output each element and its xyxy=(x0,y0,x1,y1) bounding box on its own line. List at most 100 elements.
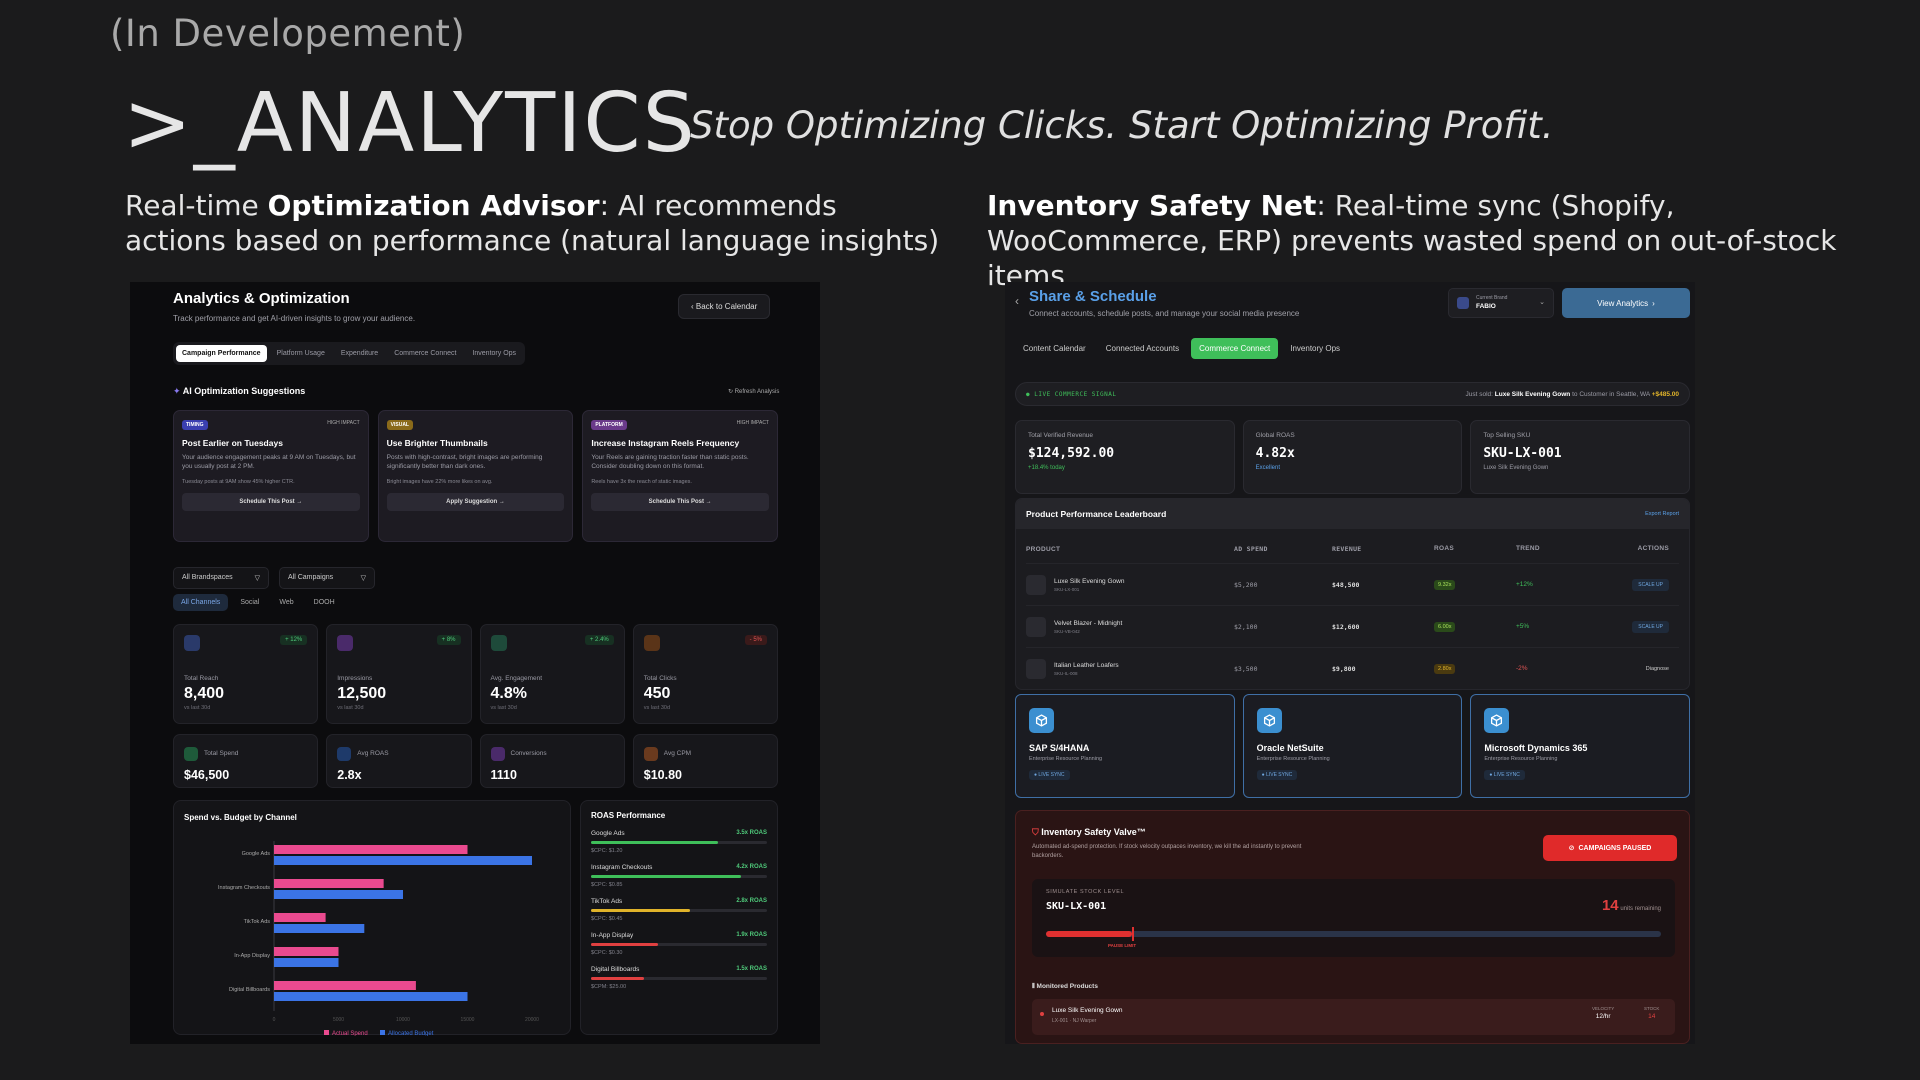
x-tick-label: 10000 xyxy=(396,1017,410,1023)
cube-icon xyxy=(1256,708,1282,733)
page-title: Share & Schedule xyxy=(1029,288,1157,305)
filter-icon: ▽ xyxy=(254,575,260,582)
tab-inventory-ops[interactable]: Inventory Ops xyxy=(1282,338,1348,359)
tab-campaign-performance[interactable]: Campaign Performance xyxy=(176,345,267,362)
roas-card: ROAS Performance Google Ads 3.5x ROAS $CPC… xyxy=(580,800,778,1035)
table-body: Luxe Silk Evening Gown SKU-LX-001 $5,200 $4… xyxy=(1016,563,1689,689)
erp-card[interactable]: SAP S/4HANA Enterprise Resource Planning ●… xyxy=(1015,694,1235,798)
product-name-block: Velvet Blazer - Midnight SKU-VB-042 xyxy=(1054,620,1122,634)
bar-allocated xyxy=(274,856,532,865)
kpi-icon xyxy=(643,635,660,651)
stock-slider-track[interactable] xyxy=(1046,927,1661,941)
channel-chip[interactable]: DOOH xyxy=(306,594,343,611)
legend-swatch-actual xyxy=(324,1030,329,1035)
page-subtitle: Connect accounts, schedule posts, and ma… xyxy=(1029,309,1300,318)
tab-expenditure[interactable]: Expenditure xyxy=(335,345,384,362)
suggestion-action-button[interactable]: Apply Suggestion → xyxy=(386,493,565,511)
monitored-sku: LX-001 xyxy=(1052,1018,1069,1024)
column-header: TREND xyxy=(1516,545,1540,552)
export-report-link[interactable]: Export Report xyxy=(1645,511,1679,517)
row-action-button[interactable]: SCALE UP xyxy=(1632,621,1669,633)
roas-channel: Google Ads xyxy=(591,830,625,837)
units-label: units remaining xyxy=(1620,906,1661,912)
product-cell: Luxe Silk Evening Gown SKU-LX-001 xyxy=(1026,574,1234,595)
view-analytics-button[interactable]: View Analytics › xyxy=(1562,288,1690,318)
kpi-card-small: Conversions 1110 xyxy=(479,734,625,788)
chevron-left-icon[interactable]: ‹ xyxy=(1015,294,1019,308)
category-label: In-App Display xyxy=(234,953,270,959)
monitored-meta: LX-001 · NJ Warper xyxy=(1052,1018,1097,1024)
row-action-button[interactable]: Diagnose xyxy=(1646,666,1669,672)
table-row[interactable]: Velvet Blazer - Midnight SKU-VB-042 $2,100… xyxy=(1026,605,1679,647)
kpi-value: 1110 xyxy=(490,768,517,782)
bar-actual xyxy=(274,913,326,922)
leaderboard-card: Product Performance Leaderboard Export R… xyxy=(1015,498,1690,690)
erp-card[interactable]: Microsoft Dynamics 365 Enterprise Resourc… xyxy=(1470,694,1690,798)
product-cell: Italian Leather Loafers SKU-IL-008 xyxy=(1026,658,1234,679)
filter-dropdown[interactable]: All Brandspaces ▽ xyxy=(173,567,269,589)
erp-card[interactable]: Oracle NetSuite Enterprise Resource Plann… xyxy=(1242,694,1463,798)
kpi-card: + 2.4% Avg. Engagement 4.8% vs last 30d xyxy=(479,624,625,724)
roas-badge: 2.80x xyxy=(1434,664,1456,674)
campaigns-paused-button[interactable]: ⊘ CAMPAIGNS PAUSED xyxy=(1543,835,1677,861)
bar-actual xyxy=(274,845,468,854)
slide-title: >_ANALYTICS xyxy=(123,76,697,171)
live-signal-bar: ● LIVE COMMERCE SIGNAL Just sold: Luxe S… xyxy=(1015,382,1690,406)
back-to-calendar-button[interactable]: ‹ Back to Calendar xyxy=(678,294,771,319)
legend-swatch-allocated xyxy=(380,1030,385,1035)
erp-name: Microsoft Dynamics 365 xyxy=(1484,743,1588,753)
kpi-card: + 12% Total Reach 8,400 vs last 30d xyxy=(173,624,319,724)
tab-commerce-connect[interactable]: Commerce Connect xyxy=(1191,338,1279,359)
kpi-value: 12,500 xyxy=(337,685,387,702)
roas-cpc: $CPM: $25.00 xyxy=(591,984,627,990)
suggestion-card: VISUAL Use Brighter Thumbnails Posts with … xyxy=(377,410,574,542)
tab-platform-usage[interactable]: Platform Usage xyxy=(271,345,331,362)
roas-bar-fill xyxy=(591,875,741,878)
channel-chip[interactable]: Web xyxy=(271,594,301,611)
kpi-icon xyxy=(643,746,658,761)
suggestion-top: PLATFORM HIGH IMPACT xyxy=(591,420,769,430)
filter-icon: ▽ xyxy=(360,575,366,582)
filter-dropdown[interactable]: All Campaigns ▽ xyxy=(279,567,375,589)
tab-commerce-connect[interactable]: Commerce Connect xyxy=(388,345,462,362)
button-label: View Analytics xyxy=(1597,298,1649,308)
stock-simulator: SIMULATE STOCK LEVEL SKU-LX-001 14 units… xyxy=(1032,879,1675,957)
product-thumbnail xyxy=(1026,658,1046,679)
product-sku: SKU-VB-042 xyxy=(1054,628,1080,634)
kpi-label: Total Clicks xyxy=(643,675,677,682)
product-thumbnail xyxy=(1026,574,1046,595)
tagline: Stop Optimizing Clicks. Start Optimizing… xyxy=(690,104,1554,147)
monitored-product-row[interactable]: Luxe Silk Evening Gown LX-001 · NJ Warpe… xyxy=(1032,999,1675,1035)
stat-label: Global ROAS xyxy=(1255,432,1295,439)
kpi-label: Avg CPM xyxy=(663,750,692,758)
brand-selector[interactable]: Current Brand FABIO ⌄ xyxy=(1448,288,1554,318)
tab-connected-accounts[interactable]: Connected Accounts xyxy=(1098,338,1187,359)
suggestion-action-button[interactable]: Schedule This Post → xyxy=(591,493,769,511)
suggestion-action-button[interactable]: Schedule This Post → xyxy=(182,493,360,511)
row-action-button[interactable]: SCALE UP xyxy=(1632,579,1669,591)
tab-inventory-ops[interactable]: Inventory Ops xyxy=(466,345,522,362)
suggestion-note: Tuesday posts at 9AM show 45% higher CTR… xyxy=(182,479,295,485)
roas-cpc: $CPC: $0.30 xyxy=(591,950,623,956)
table-row[interactable]: Luxe Silk Evening Gown SKU-LX-001 $5,200 $4… xyxy=(1026,563,1679,605)
roas-bar-fill xyxy=(591,841,718,844)
tab-content-calendar[interactable]: Content Calendar xyxy=(1015,338,1094,359)
roas-cpc: $CPC: $0.45 xyxy=(591,916,623,922)
stat-card: Global ROAS 4.82x Excellent xyxy=(1242,420,1463,494)
channel-chip[interactable]: All Channels xyxy=(173,594,229,611)
stat-sub: +18.4% today xyxy=(1028,465,1065,471)
sparkle-icon: ✦ xyxy=(173,386,183,396)
suggestion-note: Reels have 3x the reach of static images… xyxy=(591,479,692,485)
x-tick-label: 0 xyxy=(273,1017,276,1023)
live-dot-icon: ● xyxy=(1026,390,1035,398)
trend-cell: +5% xyxy=(1516,623,1530,630)
live-sale-text: Just sold: Luxe Silk Evening Gown to Cus… xyxy=(1466,391,1680,398)
table-row[interactable]: Italian Leather Loafers SKU-IL-008 $3,500 $… xyxy=(1026,647,1679,689)
refresh-analysis-button[interactable]: ↻ Refresh Analysis xyxy=(728,388,779,395)
product-name: Luxe Silk Evening Gown xyxy=(1054,577,1125,585)
cube-icon xyxy=(1484,708,1510,733)
channel-chip[interactable]: Social xyxy=(232,594,267,611)
kpi-icon xyxy=(490,635,507,651)
desc-bold: Inventory Safety Net xyxy=(987,189,1317,222)
category-label: Instagram Checkouts xyxy=(218,885,270,891)
